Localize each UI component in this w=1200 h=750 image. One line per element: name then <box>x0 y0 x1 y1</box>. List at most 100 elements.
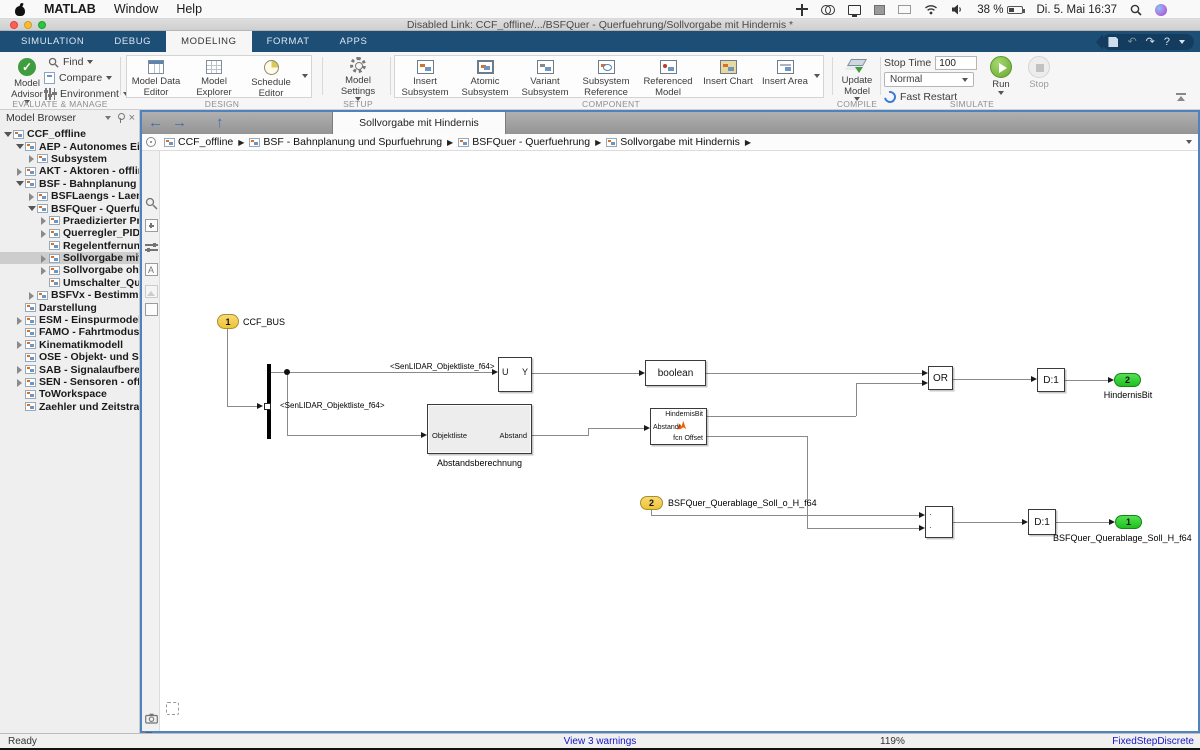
outport-block-2[interactable]: 2 <box>1114 373 1141 387</box>
quick-access-caret-icon[interactable] <box>1179 40 1185 44</box>
atomic-subsystem-button[interactable]: Atomic Subsystem <box>455 56 515 98</box>
keyboard-layout-flag-icon[interactable] <box>898 5 911 14</box>
referenced-model-button[interactable]: Referenced Model <box>637 56 699 98</box>
forward-icon[interactable]: → <box>172 114 187 131</box>
wifi-icon[interactable] <box>924 4 938 15</box>
expand-collapse-icon[interactable] <box>27 192 36 201</box>
minimize-toolstrip-icon[interactable] <box>1176 93 1186 101</box>
selector-block[interactable]: U Y <box>498 357 532 392</box>
update-model-button[interactable]: Update Model <box>838 57 876 101</box>
tree-item[interactable]: ESM - Einspurmodell <box>0 314 139 326</box>
tree-item[interactable]: SEN - Sensoren - offli <box>0 376 139 388</box>
redo-icon[interactable]: ↷ <box>1146 34 1155 50</box>
solver-link[interactable]: FixedStepDiscrete <box>1112 736 1194 747</box>
insert-area-button[interactable]: Insert Area <box>757 56 813 88</box>
signal-wire[interactable] <box>856 383 922 384</box>
tree-item[interactable]: OSE - Objekt- und Sp <box>0 351 139 363</box>
signal-wire[interactable] <box>1056 522 1109 523</box>
bus-selector-block[interactable] <box>267 364 271 439</box>
tree-item[interactable]: BSF - Bahnplanung un <box>0 178 139 190</box>
outport2-label[interactable]: HindernisBit <box>1096 390 1160 400</box>
close-panel-icon[interactable]: × <box>129 112 135 124</box>
tree-item[interactable]: Darstellung <box>0 301 139 313</box>
expand-collapse-icon[interactable] <box>39 229 48 238</box>
signal-wire[interactable] <box>1065 380 1108 381</box>
inport2-label[interactable]: BSFQuer_Querablage_Soll_o_H_f64 <box>668 498 817 508</box>
signal-wire[interactable] <box>706 373 922 374</box>
zoom-icon[interactable] <box>145 197 158 210</box>
inport-block-2[interactable]: 2 <box>640 496 663 510</box>
abstandsberechnung-subsystem-block[interactable]: Objektliste Abstand <box>427 404 532 454</box>
model-settings-button[interactable]: Model Settings <box>336 57 380 101</box>
tree-item[interactable]: Querregler_PID <box>0 227 139 239</box>
insert-chart-button[interactable]: Insert Chart <box>699 56 757 88</box>
tree-item[interactable]: Zaehler und Zeitstrah <box>0 401 139 413</box>
signal-wire[interactable] <box>227 406 258 407</box>
save-icon[interactable] <box>1108 37 1118 47</box>
expand-collapse-icon[interactable] <box>39 216 48 225</box>
simulation-mode-select[interactable]: Normal <box>884 72 974 87</box>
schedule-editor-button[interactable]: Schedule Editor <box>243 56 299 99</box>
component-gallery-caret-icon[interactable] <box>814 74 820 78</box>
outport-block-1[interactable]: 1 <box>1115 515 1142 529</box>
or-logic-block[interactable]: OR <box>928 366 953 390</box>
inport1-label[interactable]: CCF_BUS <box>243 317 285 327</box>
fit-to-view-icon[interactable] <box>145 219 158 232</box>
apple-menu-icon[interactable] <box>14 3 26 16</box>
ribbon-tab-simulation[interactable]: SIMULATION <box>6 31 99 52</box>
signal-wire[interactable] <box>651 515 919 516</box>
signal-label[interactable]: <SenLIDAR_Objektliste_f64> <box>280 401 385 410</box>
breadcrumb-item[interactable]: BSFQuer - Querfuehrung <box>458 136 590 148</box>
tree-item[interactable]: AKT - Aktoren - offlin <box>0 165 139 177</box>
expand-collapse-icon[interactable] <box>15 316 24 325</box>
binoculars-icon[interactable] <box>821 5 835 14</box>
expand-collapse-icon[interactable] <box>27 204 36 213</box>
breadcrumb-item[interactable]: Sollvorgabe mit Hindernis <box>606 136 740 148</box>
tree-item[interactable]: Subsystem <box>0 153 139 165</box>
signal-wire[interactable] <box>532 435 588 436</box>
model-explorer-button[interactable]: Model Explorer <box>185 56 243 98</box>
statusbar-utility-icon[interactable] <box>796 4 808 16</box>
breadcrumb-item[interactable]: BSF - Bahnplanung und Spurfuehrung <box>249 136 442 148</box>
adjust-view-icon[interactable] <box>145 241 158 254</box>
tree-item[interactable]: CCF_offline <box>0 128 139 140</box>
expand-collapse-icon[interactable] <box>3 130 12 139</box>
annotation-icon[interactable]: A <box>145 263 158 276</box>
expand-collapse-icon[interactable] <box>27 154 36 163</box>
subsystem-reference-button[interactable]: Subsystem Reference <box>575 56 637 98</box>
compare-button[interactable]: Compare <box>44 72 112 84</box>
model-advisor-button[interactable]: ✓ Model Advisor <box>12 58 42 104</box>
tree-item[interactable]: BSFVx - Bestimmu <box>0 289 139 301</box>
undo-icon[interactable]: ↶ <box>1127 34 1136 50</box>
expand-collapse-icon[interactable] <box>39 266 48 275</box>
delay-block-top[interactable]: D:1 <box>1037 368 1065 392</box>
spotlight-icon[interactable] <box>1130 4 1142 16</box>
canvas-resize-indicator-icon[interactable] <box>166 702 179 715</box>
run-button[interactable]: Run <box>986 56 1016 95</box>
delay-block-bottom[interactable]: D:1 <box>1028 509 1056 535</box>
siri-icon[interactable] <box>1155 4 1167 16</box>
expand-collapse-icon[interactable] <box>15 142 24 151</box>
signal-wire[interactable] <box>953 379 1031 380</box>
camera-icon[interactable] <box>145 711 158 724</box>
block-diagram-canvas[interactable]: 1 CCF_BUS <SenLIDAR_Objektliste_f64> <Se… <box>160 151 1198 731</box>
document-tab[interactable]: Sollvorgabe mit Hindernis <box>332 112 506 134</box>
menu-window[interactable]: Window <box>114 2 158 16</box>
breadcrumb-caret-icon[interactable] <box>1186 140 1192 144</box>
variant-subsystem-button[interactable]: Variant Subsystem <box>515 56 575 98</box>
screenshare-icon[interactable] <box>874 5 885 15</box>
expand-collapse-icon[interactable] <box>39 254 48 263</box>
tree-item[interactable]: Regelentfernun <box>0 240 139 252</box>
breadcrumb-item[interactable]: CCF_offline <box>164 136 233 148</box>
signal-wire[interactable] <box>707 416 856 417</box>
up-to-parent-icon[interactable]: ↑ <box>216 114 224 131</box>
tree-item[interactable]: Sollvorgabe oh <box>0 264 139 276</box>
view-warnings-link[interactable]: View 3 warnings <box>0 736 1200 747</box>
boolean-conversion-block[interactable]: boolean <box>645 360 706 386</box>
stop-time-input[interactable] <box>935 56 977 70</box>
insert-subsystem-button[interactable]: Insert Subsystem <box>395 56 455 98</box>
matlab-function-block[interactable]: HindernisBit Abstand fcn Offset <box>650 408 707 445</box>
expand-collapse-icon[interactable] <box>27 291 36 300</box>
ribbon-tab-format[interactable]: FORMAT <box>252 31 325 52</box>
model-data-editor-button[interactable]: Model Data Editor <box>127 56 185 98</box>
